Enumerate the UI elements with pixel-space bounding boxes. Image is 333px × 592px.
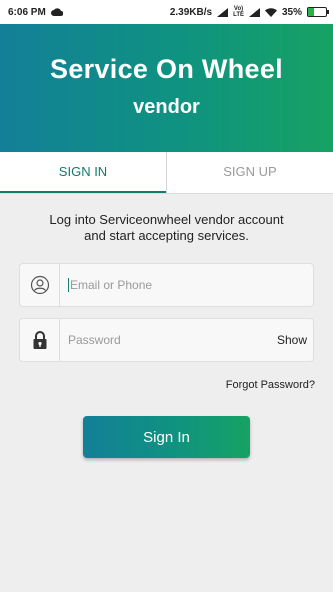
status-bar: 6:06 PM 2.39KB/s Vo) LTE 35% xyxy=(0,0,333,24)
tabs-divider xyxy=(0,193,333,194)
lock-icon xyxy=(20,319,60,361)
signal-icon xyxy=(248,7,260,17)
auth-tabs: SIGN IN SIGN UP xyxy=(0,152,333,194)
password-input[interactable]: Password xyxy=(60,319,277,361)
forgot-password-link[interactable]: Forgot Password? xyxy=(226,379,315,391)
network-speed: 2.39KB/s xyxy=(169,6,213,18)
cloud-icon xyxy=(50,8,63,16)
show-password-button[interactable]: Show xyxy=(277,333,313,347)
status-time: 6:06 PM xyxy=(8,6,46,18)
sign-in-description: Log into Serviceonwheel vendor account a… xyxy=(20,212,313,244)
battery-icon xyxy=(307,7,329,17)
email-placeholder: Email or Phone xyxy=(70,278,153,292)
app-title: Service On Wheel xyxy=(50,54,283,84)
text-cursor xyxy=(68,278,69,292)
email-field[interactable]: Email or Phone xyxy=(19,263,314,307)
tab-sign-in[interactable]: SIGN IN xyxy=(0,152,166,194)
tab-sign-up[interactable]: SIGN UP xyxy=(166,152,333,194)
password-placeholder: Password xyxy=(68,333,121,347)
sign-in-button[interactable]: Sign In xyxy=(83,416,250,458)
email-input[interactable]: Email or Phone xyxy=(60,264,313,306)
battery-percent: 35% xyxy=(281,6,302,18)
user-icon xyxy=(20,264,60,306)
description-line: and start accepting services. xyxy=(84,228,249,243)
wifi-icon xyxy=(264,7,277,17)
signal-icon xyxy=(217,7,229,17)
password-field[interactable]: Password Show xyxy=(19,318,314,362)
app-subtitle: vendor xyxy=(133,96,200,118)
app-header: Service On Wheel vendor xyxy=(0,24,333,152)
volte-indicator: Vo) LTE xyxy=(233,6,244,18)
description-line: Log into Serviceonwheel vendor account xyxy=(49,212,284,227)
